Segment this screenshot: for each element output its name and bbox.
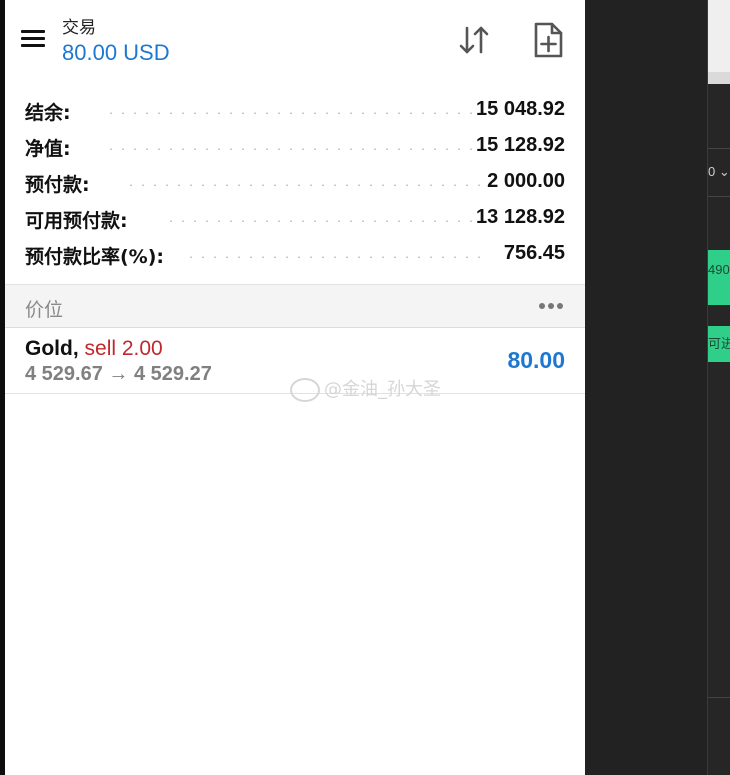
summary-value: 13 128.92 [476, 206, 565, 228]
summary-row-margin: 预付款: 2 000.00 [5, 164, 585, 200]
dotted-leader [185, 256, 485, 258]
watermark-text: @金油_孙大圣 [324, 379, 441, 400]
summary-value: 756.45 [503, 242, 565, 264]
background-app: 0 ⌄ 490 可进 [707, 0, 730, 775]
profit-summary: 80.00 USD [62, 40, 170, 65]
summary-value: 15 048.92 [476, 98, 565, 120]
dotted-leader [105, 112, 485, 114]
background-bar [708, 72, 730, 84]
trade-panel: 交易 80.00 USD 结余: 15 048.92 净值: 15 128.92… [5, 0, 585, 775]
dotted-leader [105, 148, 485, 150]
dotted-leader [165, 220, 485, 222]
background-button: 可进 [708, 326, 730, 362]
summary-label: 预付款比率(%): [25, 246, 165, 268]
position-title: Gold, sell 2.00 [25, 337, 163, 361]
summary-row-free-margin: 可用预付款: 13 128.92 [5, 200, 585, 236]
weibo-icon [290, 378, 320, 402]
positions-section-header: 价位 [5, 284, 585, 328]
background-dropdown: 0 ⌄ [708, 164, 730, 179]
menu-icon[interactable] [19, 27, 47, 51]
section-title: 价位 [25, 299, 64, 321]
summary-label: 结余: [25, 102, 71, 124]
dotted-leader [125, 184, 485, 186]
divider [708, 196, 730, 197]
summary-row-balance: 结余: 15 048.92 [5, 92, 585, 128]
watermark: @金油_孙大圣 [290, 375, 441, 402]
summary-label: 可用预付款: [25, 210, 128, 232]
background-price-tile: 490 [708, 250, 730, 305]
summary-label: 净值: [25, 138, 71, 160]
divider [708, 148, 730, 149]
summary-label: 预付款: [25, 174, 90, 196]
divider [708, 697, 730, 698]
summary-value: 15 128.92 [476, 134, 565, 156]
position-symbol: Gold, [25, 337, 79, 360]
sort-arrows-icon[interactable] [456, 22, 492, 58]
position-prices: 4 529.67 → 4 529.27 [25, 363, 212, 385]
summary-row-margin-level: 预付款比率(%): 756.45 [5, 236, 585, 272]
summary-row-equity: 净值: 15 128.92 [5, 128, 585, 164]
position-side: sell 2.00 [84, 337, 163, 360]
summary-value: 2 000.00 [487, 170, 565, 192]
app-header: 交易 80.00 USD [5, 0, 585, 90]
position-profit: 80.00 [507, 347, 565, 373]
new-document-icon[interactable] [530, 20, 566, 60]
more-dots-icon[interactable] [539, 303, 563, 309]
page-title: 交易 [62, 18, 96, 38]
account-summary: 结余: 15 048.92 净值: 15 128.92 预付款: 2 000.0… [5, 92, 585, 272]
